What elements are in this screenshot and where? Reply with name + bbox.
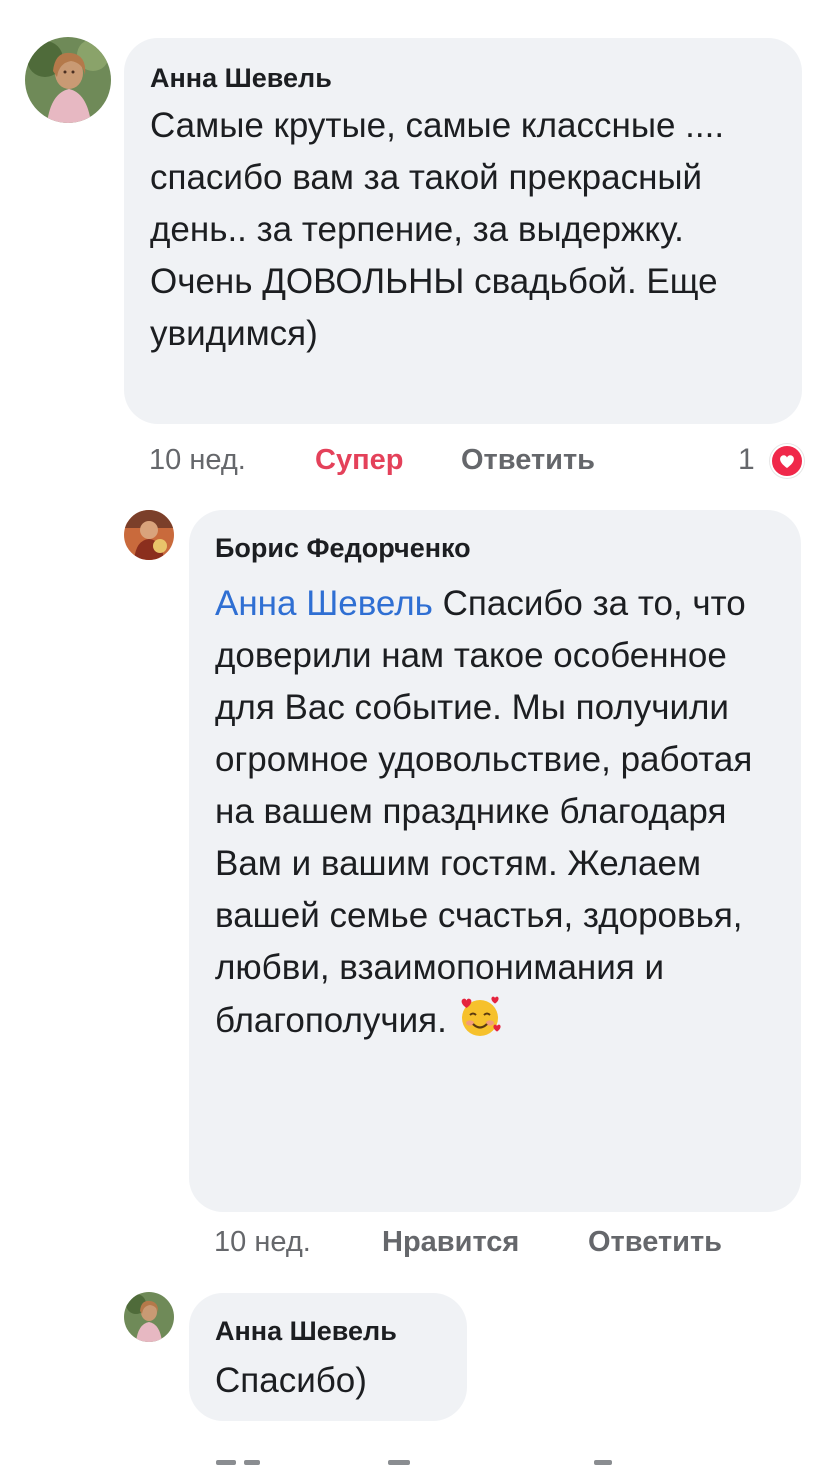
reply-button[interactable]: Ответить [461, 444, 595, 477]
avatar[interactable] [124, 510, 174, 560]
comment-text: Спасибо) [215, 1361, 367, 1400]
comment-actions: 10 нед. Нравится Ответить [214, 1226, 774, 1262]
comment-actions: 10 нед. Супер Ответить [149, 444, 749, 480]
comment-timestamp[interactable]: 10 нед. [214, 1226, 311, 1259]
comment-author[interactable]: Борис Федорченко [215, 532, 777, 564]
reply-bubble: Борис Федорченко Анна Шевель Спасибо за … [189, 510, 801, 1212]
comment-author[interactable]: Анна Шевель [215, 1315, 443, 1347]
mention-link[interactable]: Анна Шевель [215, 584, 433, 623]
comment-timestamp[interactable]: 10 нед. [149, 444, 246, 477]
comment-text: Анна Шевель Спасибо за то, что доверили … [215, 578, 781, 1047]
smiling-face-with-hearts-icon [457, 994, 503, 1040]
comment-text: Самые крутые, самые классные .... спасиб… [150, 106, 725, 353]
avatar[interactable] [124, 1292, 174, 1342]
comment-actions-cropped [216, 1458, 636, 1472]
comment-body: Спасибо за то, что доверили нам такое ос… [215, 584, 753, 1040]
comment-bubble: Анна Шевель Самые крутые, самые классные… [124, 38, 802, 424]
reaction-count[interactable]: 1 [738, 443, 755, 477]
heart-icon [770, 444, 804, 478]
reply-bubble: Анна Шевель Спасибо) [189, 1293, 467, 1421]
like-button[interactable]: Нравится [382, 1226, 519, 1259]
avatar[interactable] [25, 37, 111, 123]
comment-author[interactable]: Анна Шевель [150, 62, 776, 94]
reply-button[interactable]: Ответить [588, 1226, 722, 1259]
like-button[interactable]: Супер [315, 444, 403, 477]
